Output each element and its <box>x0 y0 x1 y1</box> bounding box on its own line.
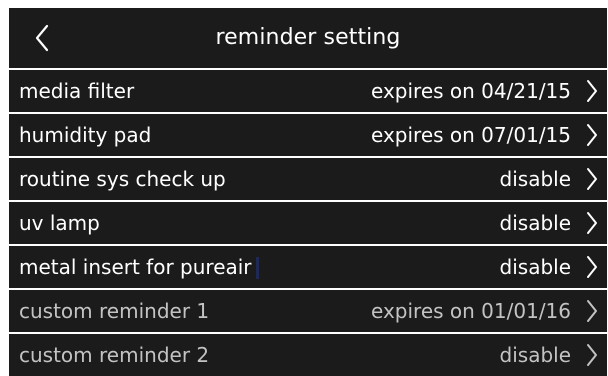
reminder-label: humidity pad <box>19 123 152 147</box>
back-button[interactable] <box>29 17 55 59</box>
reminder-label: metal insert for pureair <box>19 254 252 279</box>
page-title: reminder setting <box>215 25 401 50</box>
reminder-row-media-filter[interactable]: media filter expires on 04/21/15 <box>9 70 607 112</box>
chevron-right-icon <box>587 168 597 190</box>
header-bar: reminder setting <box>9 8 607 68</box>
reminder-value: expires on 01/01/16 <box>371 299 571 323</box>
text-cursor-mark <box>255 257 259 280</box>
reminder-setting-screen: reminder setting media filter expires on… <box>0 0 608 376</box>
chevron-right-icon <box>587 124 597 146</box>
reminder-value: disable <box>499 343 571 367</box>
reminder-label: media filter <box>19 79 135 103</box>
reminder-value: disable <box>499 167 571 191</box>
reminder-label: routine sys check up <box>19 167 226 191</box>
reminder-row-routine-sys-check-up[interactable]: routine sys check up disable <box>9 158 607 200</box>
reminder-row-uv-lamp[interactable]: uv lamp disable <box>9 202 607 244</box>
reminder-row-metal-insert-for-pureair[interactable]: metal insert for pureair disable <box>9 246 607 288</box>
reminder-label: custom reminder 1 <box>19 299 210 323</box>
chevron-right-icon <box>587 212 597 234</box>
reminder-value: expires on 04/21/15 <box>371 79 571 103</box>
reminder-row-custom-reminder-2[interactable]: custom reminder 2 disable <box>9 334 607 376</box>
chevron-right-icon <box>587 344 597 366</box>
reminder-row-humidity-pad[interactable]: humidity pad expires on 07/01/15 <box>9 114 607 156</box>
reminder-label-wrapper: metal insert for pureair <box>19 255 259 280</box>
chevron-right-icon <box>587 256 597 278</box>
reminder-row-custom-reminder-1[interactable]: custom reminder 1 expires on 01/01/16 <box>9 290 607 332</box>
chevron-right-icon <box>587 80 597 102</box>
reminder-value: disable <box>499 211 571 235</box>
reminder-label: uv lamp <box>19 211 100 235</box>
reminder-value: expires on 07/01/15 <box>371 123 571 147</box>
reminder-value: disable <box>499 255 571 279</box>
chevron-left-icon <box>35 24 49 52</box>
chevron-right-icon <box>587 300 597 322</box>
reminder-list: media filter expires on 04/21/15 humidit… <box>9 70 607 376</box>
reminder-label: custom reminder 2 <box>19 343 210 367</box>
